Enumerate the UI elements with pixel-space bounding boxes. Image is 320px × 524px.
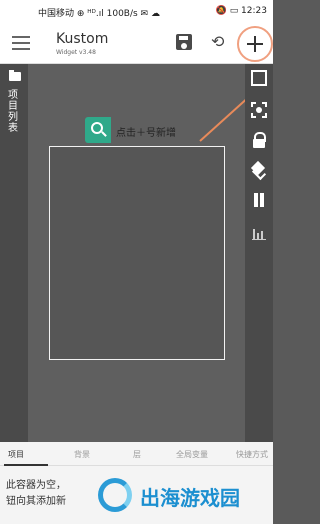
square-icon[interactable] xyxy=(251,70,267,86)
tab-shortcuts[interactable]: 快捷方式 xyxy=(236,449,268,460)
focus-icon[interactable] xyxy=(251,102,267,118)
status-right: 🔕 ▭ 12:23 xyxy=(215,6,267,16)
bottom-tab-bar: 项目 背景 层 全局变量 快捷方式 xyxy=(0,442,273,466)
pause-icon[interactable] xyxy=(251,192,267,208)
watermark-text: 出海游戏园 xyxy=(140,486,240,510)
add-button[interactable] xyxy=(237,26,273,62)
app-version: Widget v3.48 xyxy=(56,49,96,56)
layers-icon[interactable] xyxy=(251,162,267,178)
tab-globals[interactable]: 全局变量 xyxy=(176,449,208,460)
widget-preview[interactable] xyxy=(49,146,225,360)
status-left: 中国移动 ⊕ ᴴᴰ.ıl 100B/s ✉ ☁ xyxy=(38,9,160,19)
folder-label[interactable]: 项目列表 xyxy=(8,90,20,134)
project-sidebar: 项目列表 xyxy=(0,64,28,442)
history-icon[interactable]: ⟲ xyxy=(211,32,224,51)
tab-background[interactable]: 背景 xyxy=(74,449,90,460)
save-icon[interactable] xyxy=(176,34,192,50)
app-bar: Kustom Widget v3.48 ⟲ xyxy=(0,24,273,64)
app-title: Kustom xyxy=(56,31,109,47)
tab-items[interactable]: 项目 xyxy=(8,449,24,460)
pointer-arrow xyxy=(199,97,249,142)
watermark-logo-icon xyxy=(98,478,132,512)
editor-canvas: 点击＋号新增 xyxy=(28,64,249,442)
empty-message-line1: 此容器为空， xyxy=(6,480,66,491)
lock-icon[interactable] xyxy=(251,132,267,148)
hamburger-menu-icon[interactable] xyxy=(12,36,30,50)
search-icon xyxy=(85,117,111,143)
right-toolbar xyxy=(245,64,273,442)
items-panel: 此容器为空， 钮向其添加新 出海游戏园 xyxy=(0,466,273,524)
status-bar: 中国移动 ⊕ ᴴᴰ.ıl 100B/s ✉ ☁ 🔕 ▭ 12:23 xyxy=(0,0,273,24)
tab-layer[interactable]: 层 xyxy=(133,449,141,460)
empty-message-line2: 钮向其添加新 xyxy=(6,496,66,507)
bar-chart-icon[interactable] xyxy=(251,224,267,240)
hint-text: 点击＋号新增 xyxy=(116,128,176,139)
folder-icon[interactable] xyxy=(9,70,21,81)
watermark: 出海游戏园 xyxy=(80,474,256,518)
